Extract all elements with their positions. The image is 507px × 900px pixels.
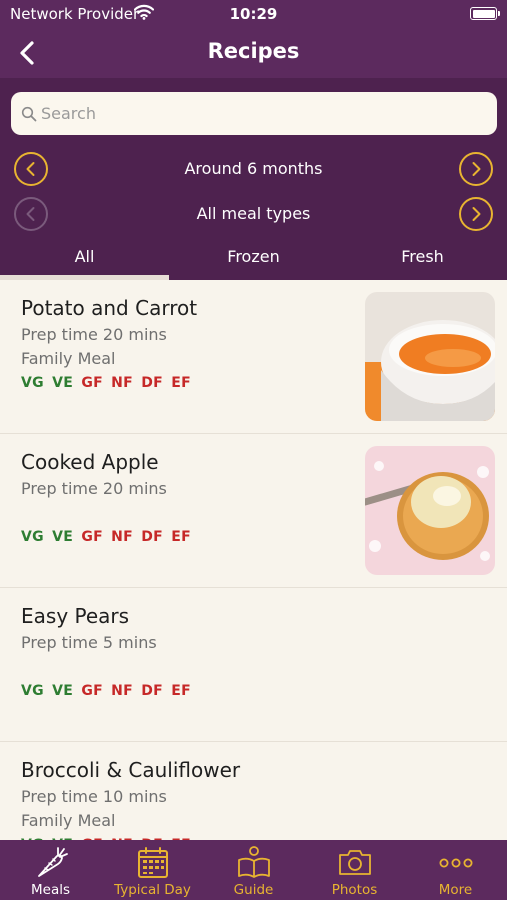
chevron-right-icon [472,207,481,221]
carrot-puree-bowl-image [365,292,495,421]
diet-tag: VG [21,375,44,391]
chevron-right-icon [472,162,481,176]
tab-bar-label: More [438,882,473,898]
meal-type-filter-label: All meal types [196,204,311,223]
calendar-icon [138,847,168,878]
recipe-row[interactable]: Easy Pears Prep time 5 mins VG VE GF NF … [0,588,507,742]
tab-fresh[interactable]: Fresh [338,244,507,280]
diet-tag: VG [21,529,44,545]
recipe-family-meal-label: Family Meal [21,349,116,368]
diet-tag: EF [171,529,191,545]
tab-bar-guide[interactable]: Guide [203,840,304,900]
navigation-bar: Recipes [0,28,507,78]
recipe-photo [365,292,495,421]
tab-bar-label: Guide [233,882,274,898]
age-filter-row: Around 6 months [0,149,507,189]
search-input[interactable] [41,92,481,135]
diet-tags: VG VE GF NF DF EF [21,529,194,545]
tab-frozen[interactable]: Frozen [169,244,338,280]
diet-tag: VG [21,683,44,699]
tab-bar-photos[interactable]: Photos [304,840,405,900]
diet-tag: GF [81,529,103,545]
bottom-tab-bar: Meals Typical Day Guide Photos More [0,840,507,900]
book-reader-icon [238,846,270,878]
recipe-row[interactable]: Cooked Apple Prep time 20 mins VG VE GF … [0,434,507,588]
carrot-icon [38,847,68,877]
meal-type-filter-row: All meal types [0,194,507,234]
diet-tag: DF [141,529,164,545]
recipe-title: Cooked Apple [21,450,159,474]
recipe-prep-time: Prep time 20 mins [21,325,167,344]
recipe-prep-time: Prep time 5 mins [21,633,157,652]
age-filter-label: Around 6 months [184,159,323,178]
recipe-title: Broccoli & Cauliflower [21,758,241,782]
tab-bar-more[interactable]: More [405,840,506,900]
recipe-prep-time: Prep time 20 mins [21,479,167,498]
diet-tag: VE [52,375,74,391]
status-bar: Network Provider 10:29 [0,0,507,28]
next-meal-type-button[interactable] [459,197,493,231]
recipe-photo [365,446,495,575]
tab-bar-label: Typical Day [114,882,191,898]
next-age-button[interactable] [459,152,493,186]
diet-tag: NF [111,529,134,545]
diet-tag: GF [81,375,103,391]
recipe-row[interactable]: Broccoli & Cauliflower Prep time 10 mins… [0,742,507,840]
tab-bar-typical-day[interactable]: Typical Day [102,840,203,900]
diet-tag: GF [81,683,103,699]
tab-bar-meals[interactable]: Meals [0,840,101,900]
search-icon [21,106,37,122]
clock-time: 10:29 [229,5,278,23]
diet-tag: EF [171,683,191,699]
search-bar[interactable] [11,92,497,135]
recipe-row[interactable]: Potato and Carrot Prep time 20 mins Fami… [0,280,507,434]
recipe-title: Easy Pears [21,604,130,628]
diet-tag: VE [52,529,74,545]
page-title: Recipes [207,39,300,63]
diet-tag: EF [171,375,191,391]
diet-tag: VE [52,683,74,699]
tab-bar-label: Photos [331,882,378,898]
camera-icon [339,850,371,875]
battery-icon [470,7,500,20]
filter-header: Around 6 months All meal types All Froze… [0,78,507,280]
diet-tags: VG VE GF NF DF EF [21,375,194,391]
diet-tag: DF [141,683,164,699]
apple-in-spoon-image [365,446,495,575]
recipe-prep-time: Prep time 10 mins [21,787,167,806]
diet-tag: NF [111,375,134,391]
diet-tag: DF [141,375,164,391]
diet-tag: NF [111,683,134,699]
tab-bar-label: Meals [30,882,70,898]
diet-tags: VG VE GF NF DF EF [21,683,194,699]
more-dots-icon [439,858,473,868]
recipe-family-meal-label: Family Meal [21,811,116,830]
recipe-list: Potato and Carrot Prep time 20 mins Fami… [0,280,507,840]
recipe-title: Potato and Carrot [21,296,198,320]
